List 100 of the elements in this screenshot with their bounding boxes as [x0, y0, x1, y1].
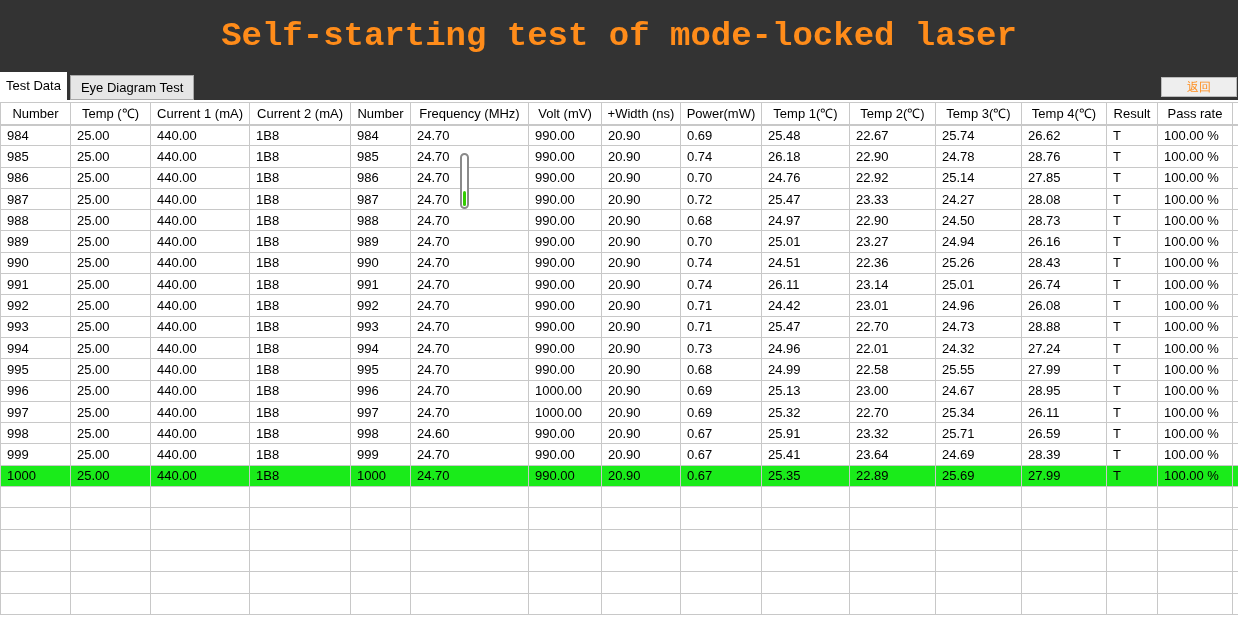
table-cell: 100.00 %	[1157, 145, 1233, 168]
table-cell: 26.18	[761, 145, 850, 168]
table-row[interactable]: 998 25.00 440.00 1B8 998 24.60 990.00 20.90 0.67 25.91 23.32 25.71 26.59 T 100.00 %	[0, 422, 1238, 444]
table-cell: 23.14	[849, 273, 936, 295]
table-cell: 20.90	[601, 167, 681, 189]
column-header: Temp 4(℃)	[1021, 102, 1107, 125]
table-row[interactable]: 993 25.00 440.00 1B8 993 24.70 990.00 20.90 0.71 25.47 22.70 24.73 28.88 T 100.00 %	[0, 316, 1238, 338]
table-row[interactable]: 988 25.00 440.00 1B8 988 24.70 990.00 20.90 0.68 24.97 22.90 24.50 28.73 T 100.00 %	[0, 209, 1238, 231]
table-cell: 26.62	[1021, 124, 1107, 146]
table-row[interactable]: 989 25.00 440.00 1B8 989 24.70 990.00 20.90 0.70 25.01 23.27 24.94 26.16 T 100.00 %	[0, 231, 1238, 253]
table-cell: 25.35	[761, 465, 850, 487]
table-cell: 987	[0, 188, 71, 210]
table-cell: 25.00	[70, 188, 151, 210]
table-cell: 20.90	[601, 124, 681, 146]
table-cell: 24.51	[761, 252, 850, 274]
table-cell: T	[1106, 231, 1158, 253]
table-row[interactable]: 994 25.00 440.00 1B8 994 24.70 990.00 20.90 0.73 24.96 22.01 24.32 27.24 T 100.00 %	[0, 337, 1238, 359]
table-cell: 990.00	[528, 252, 602, 274]
column-header: Temp 2(℃)	[849, 102, 936, 125]
table-cell: 1B8	[249, 231, 351, 253]
table-cell: T	[1106, 422, 1158, 444]
table-cell: 28.88	[1021, 316, 1107, 338]
table-cell: 20.90	[601, 252, 681, 274]
table-cell: 440.00	[150, 380, 250, 402]
table-cell: 990.00	[528, 465, 602, 487]
column-header: Temp (℃)	[70, 102, 151, 125]
table-cell: 1B8	[249, 252, 351, 274]
tab[interactable]: Eye Diagram Test	[69, 75, 195, 100]
table-cell: 1B8	[249, 167, 351, 189]
table-cell: 20.90	[601, 273, 681, 295]
table-row[interactable]: 991 25.00 440.00 1B8 991 24.70 990.00 20.90 0.74 26.11 23.14 25.01 26.74 T 100.00 %	[0, 273, 1238, 295]
table-row[interactable]: 995 25.00 440.00 1B8 995 24.70 990.00 20.90 0.68 24.99 22.58 25.55 27.99 T 100.00 %	[0, 358, 1238, 381]
table-cell: 27.85	[1021, 167, 1107, 189]
table-cell: 24.50	[935, 209, 1022, 231]
table-cell: 440.00	[150, 422, 250, 444]
table-row[interactable]: 990 25.00 440.00 1B8 990 24.70 990.00 20.90 0.74 24.51 22.36 25.26 28.43 T 100.00 %	[0, 252, 1238, 274]
table-cell: 22.90	[849, 209, 936, 231]
table-cell: 24.42	[761, 294, 850, 317]
table-cell: 0.74	[680, 273, 762, 295]
table-cell: 100.00 %	[1157, 465, 1233, 487]
table-cell: 24.76	[761, 167, 850, 189]
table-cell: 24.70	[410, 465, 529, 487]
table-cell: 28.95	[1021, 380, 1107, 402]
table-row[interactable]: 997 25.00 440.00 1B8 997 24.70 1000.00 20.90 0.69 25.32 22.70 25.34 26.11 T 100.00 %	[0, 401, 1238, 423]
table-row[interactable]: 985 25.00 440.00 1B8 985 24.70 990.00 20.90 0.74 26.18 22.90 24.78 28.76 T 100.00 %	[0, 145, 1238, 168]
column-header: Temp 1(℃)	[761, 102, 850, 125]
table-row[interactable]: 984 25.00 440.00 1B8 984 24.70 990.00 20.90 0.69 25.48 22.67 25.74 26.62 T 100.00 %	[0, 124, 1238, 146]
table-cell: 993	[350, 316, 411, 338]
table-cell: 993	[0, 316, 71, 338]
table-cell: 0.68	[680, 209, 762, 231]
table-cell: 25.34	[935, 401, 1022, 423]
table-row[interactable]: 999 25.00 440.00 1B8 999 24.70 990.00 20.90 0.67 25.41 23.64 24.69 28.39 T 100.00 %	[0, 443, 1238, 466]
table-cell: 1B8	[249, 294, 351, 317]
table-cell: 20.90	[601, 443, 681, 466]
table-cell: 25.14	[935, 167, 1022, 189]
table-cell: 24.96	[935, 294, 1022, 317]
table-cell: 0.68	[680, 358, 762, 381]
table-cell: T	[1106, 188, 1158, 210]
table-cell: 1B8	[249, 443, 351, 466]
table-cell: 100.00 %	[1157, 273, 1233, 295]
table-cell: 0.70	[680, 167, 762, 189]
table-cell: 20.90	[601, 188, 681, 210]
table-cell: 27.24	[1021, 337, 1107, 359]
table-cell: T	[1106, 443, 1158, 466]
table-cell: 984	[350, 124, 411, 146]
column-header: Pass rate	[1157, 102, 1233, 125]
table-cell: 1B8	[249, 422, 351, 444]
table-cell: 24.99	[761, 358, 850, 381]
table-cell: 25.47	[761, 188, 850, 210]
table-cell: 25.91	[761, 422, 850, 444]
table-row[interactable]: 992 25.00 440.00 1B8 992 24.70 990.00 20.90 0.71 24.42 23.01 24.96 26.08 T 100.00 %	[0, 294, 1238, 317]
table-cell: 996	[0, 380, 71, 402]
column-header: Current 2 (mA)	[249, 102, 351, 125]
table-cell: 27.99	[1021, 465, 1107, 487]
table-cell: 22.92	[849, 167, 936, 189]
table-cell: 999	[0, 443, 71, 466]
table-row[interactable]: 986 25.00 440.00 1B8 986 24.70 990.00 20.90 0.70 24.76 22.92 25.14 27.85 T 100.00 %	[0, 167, 1238, 189]
table-cell: 25.00	[70, 273, 151, 295]
table-cell: 0.70	[680, 231, 762, 253]
table-cell: 24.96	[761, 337, 850, 359]
table-cell: T	[1106, 209, 1158, 231]
table-cell: 100.00 %	[1157, 358, 1233, 381]
table-cell: 20.90	[601, 337, 681, 359]
table-cell: 23.01	[849, 294, 936, 317]
table-cell: 23.00	[849, 380, 936, 402]
table-cell: 28.08	[1021, 188, 1107, 210]
tab[interactable]: Test Data	[0, 72, 67, 100]
table-cell: 440.00	[150, 443, 250, 466]
table-cell: 25.00	[70, 401, 151, 423]
table-cell: 28.43	[1021, 252, 1107, 274]
table-row[interactable]: 987 25.00 440.00 1B8 987 24.70 990.00 20.90 0.72 25.47 23.33 24.27 28.08 T 100.00 %	[0, 188, 1238, 210]
table-cell: 990.00	[528, 273, 602, 295]
table-cell: 24.27	[935, 188, 1022, 210]
table-row[interactable]: 1000 25.00 440.00 1B8 1000 24.70 990.00 20.90 0.67 25.35 22.89 25.69 27.99 T 100.00 %	[0, 465, 1238, 487]
table-cell: 24.70	[410, 316, 529, 338]
table-cell: 992	[0, 294, 71, 317]
table-cell: 23.32	[849, 422, 936, 444]
table-row[interactable]: 996 25.00 440.00 1B8 996 24.70 1000.00 20.90 0.69 25.13 23.00 24.67 28.95 T 100.00 %	[0, 380, 1238, 402]
table-cell: 440.00	[150, 465, 250, 487]
table-cell: 25.41	[761, 443, 850, 466]
